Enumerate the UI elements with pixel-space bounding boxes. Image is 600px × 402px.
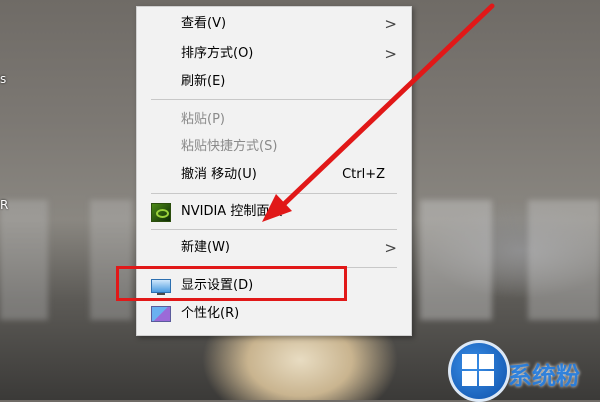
watermark-windows-logo-icon xyxy=(448,340,510,402)
annotation-arrow-icon xyxy=(262,3,495,222)
annotation-arrow-layer xyxy=(262,3,495,222)
watermark-text: 系统粉 xyxy=(508,362,580,390)
